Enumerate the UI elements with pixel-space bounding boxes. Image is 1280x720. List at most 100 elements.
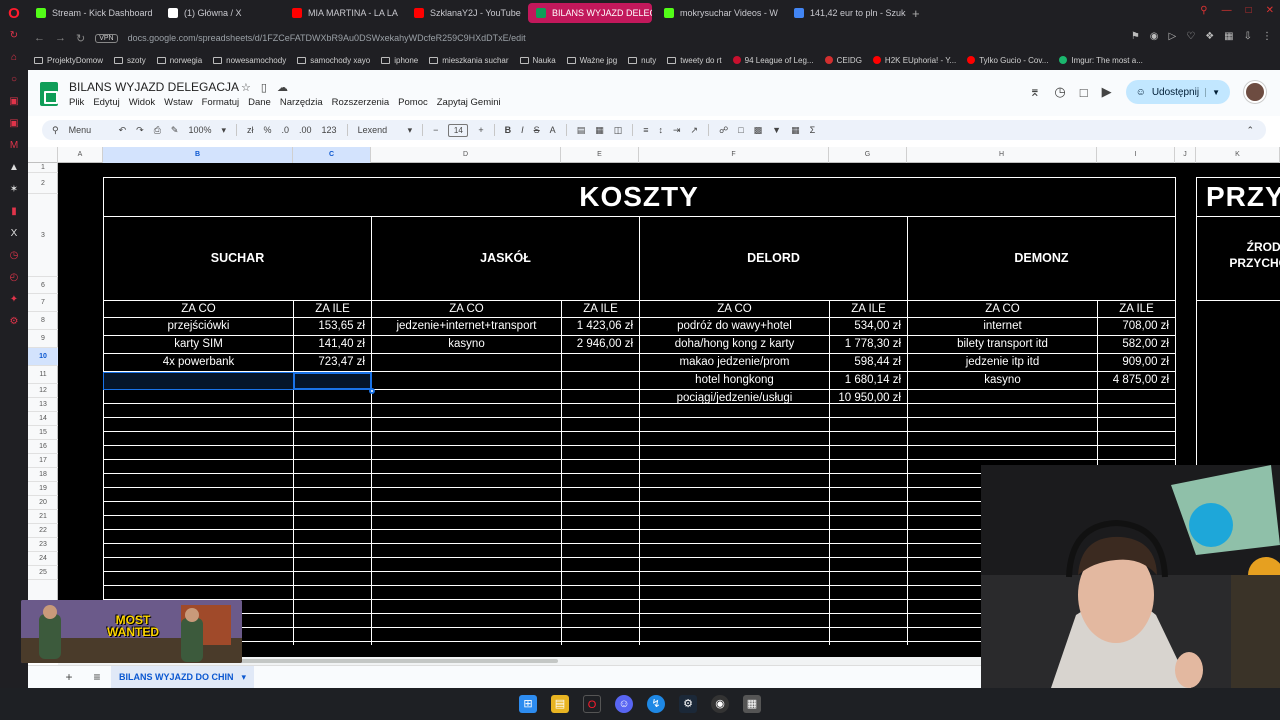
expense-description[interactable]: bilety transport itd <box>908 336 1097 353</box>
column-label-za-ile[interactable]: ZA ILE <box>294 301 371 317</box>
wallet-icon[interactable]: ▦ <box>1224 31 1233 42</box>
menu-item[interactable]: Edytuj <box>93 97 119 108</box>
filter-views-icon[interactable]: ▦ <box>791 125 800 136</box>
expense-description[interactable]: karty SIM <box>104 336 293 353</box>
font-size-decrease-icon[interactable]: − <box>433 125 438 135</box>
expense-amount[interactable]: 10 950,00 zł <box>830 390 907 407</box>
percent-format-button[interactable]: % <box>264 125 272 135</box>
clock-icon[interactable]: ◴ <box>8 272 20 284</box>
expense-amount[interactable]: 1 680,14 zł <box>830 372 907 389</box>
expense-amount[interactable]: 1 778,30 zł <box>830 336 907 353</box>
toggle-menus-icon[interactable]: ⌆ <box>1029 84 1040 100</box>
row-header[interactable]: 9 <box>28 330 58 348</box>
fill-handle[interactable] <box>369 388 375 394</box>
steam-icon[interactable]: ⚙ <box>679 695 697 713</box>
bookmark-item[interactable]: tweety do rt <box>667 56 722 65</box>
chevron-down-icon[interactable]: ▾ <box>242 672 247 683</box>
kick-side-icon[interactable]: ▲ <box>8 162 20 174</box>
bookmark-icon[interactable]: ⚑ <box>1131 31 1140 42</box>
instagram-icon[interactable]: ▣ <box>8 118 20 130</box>
text-wrapping-icon[interactable]: ⇥ <box>673 125 681 136</box>
row-header[interactable]: 17 <box>28 454 58 468</box>
reload-icon[interactable]: ↻ <box>8 30 20 42</box>
row-header[interactable]: 25 <box>28 566 58 580</box>
expense-description[interactable]: jedzenie+internet+transport <box>372 318 561 335</box>
close-window-icon[interactable]: ✕ <box>1266 5 1274 16</box>
menu-search-input[interactable]: Menu <box>69 125 109 135</box>
functions-icon[interactable]: Σ <box>810 125 816 135</box>
row-header[interactable]: 12 <box>28 384 58 398</box>
paint-format-icon[interactable]: ✎ <box>171 125 179 136</box>
share-button[interactable]: ☺ Udostępnij ▼ <box>1125 80 1230 104</box>
column-label-za-ile[interactable]: ZA ILE <box>830 301 907 317</box>
move-to-folder-icon[interactable]: ▯ <box>261 81 267 94</box>
bookmark-item[interactable]: H2K EUphoria! - Y... <box>872 56 956 65</box>
download-icon[interactable]: ⇩ <box>1244 31 1252 42</box>
redo-icon[interactable]: ↷ <box>136 125 144 136</box>
bookmark-item[interactable]: nowesamochody <box>213 56 286 65</box>
person-header[interactable]: DELORD <box>640 217 907 300</box>
row-header[interactable]: 2 <box>28 173 58 194</box>
expense-description[interactable]: doha/hong kong z karty <box>640 336 829 353</box>
row-header[interactable]: 8 <box>28 312 58 330</box>
person-header[interactable]: DEMONZ <box>908 217 1175 300</box>
column-header[interactable]: D <box>371 147 561 163</box>
przychody-label[interactable]: PRZYCHO <box>1198 255 1280 271</box>
browser-tab[interactable]: BILANS WYJAZD DELEGA <box>528 3 652 23</box>
calculator-icon[interactable]: ▦ <box>743 695 761 713</box>
avatar[interactable] <box>1244 81 1266 103</box>
column-header[interactable]: F <box>639 147 829 163</box>
expense-description[interactable]: 4x powerbank <box>104 354 293 371</box>
meet-icon[interactable]: ▶ <box>1102 84 1112 100</box>
bookmark-item[interactable]: Tylko Gucio - Cov... <box>967 56 1048 65</box>
version-history-icon[interactable]: ◷ <box>1054 84 1065 100</box>
chevron-down-icon[interactable]: ▾ <box>408 125 413 136</box>
expense-amount[interactable]: 582,00 zł <box>1098 336 1175 353</box>
row-header[interactable]: 19 <box>28 482 58 496</box>
menu-item[interactable]: Wstaw <box>164 97 193 108</box>
row-header[interactable]: 14 <box>28 412 58 426</box>
menu-item[interactable]: Zapytaj Gemini <box>437 97 501 108</box>
file-explorer-icon[interactable]: ▤ <box>551 695 569 713</box>
column-header[interactable]: H <box>907 147 1097 163</box>
bookmark-item[interactable]: ProjektyDomow <box>34 56 103 65</box>
column-header[interactable]: K <box>1196 147 1280 163</box>
przychody-title[interactable]: PRZY <box>1198 178 1280 216</box>
select-all-corner[interactable] <box>28 147 58 163</box>
star-icon[interactable]: ☆ <box>241 81 251 94</box>
chevron-down-icon[interactable]: ▾ <box>221 125 226 136</box>
column-header[interactable]: I <box>1097 147 1175 163</box>
expense-amount[interactable]: 723,47 zł <box>294 354 371 371</box>
row-header[interactable]: 22 <box>28 524 58 538</box>
url-field[interactable]: docs.google.com/spreadsheets/d/1FZCeFATD… <box>128 33 526 43</box>
font-size-input[interactable]: 14 <box>448 123 469 137</box>
gmail-icon[interactable]: M <box>8 140 20 152</box>
print-icon[interactable]: ⎙ <box>154 125 161 136</box>
comments-icon[interactable]: □ <box>1080 85 1088 100</box>
column-header[interactable]: E <box>561 147 639 163</box>
currency-format-button[interactable]: zł <box>247 125 254 135</box>
extensions-side-icon[interactable]: ✦ <box>8 294 20 306</box>
text-color-icon[interactable]: A <box>550 125 556 135</box>
menu-item[interactable]: Plik <box>69 97 84 108</box>
row-header[interactable]: 11 <box>28 366 58 384</box>
aria-icon[interactable]: ○ <box>8 74 20 86</box>
minimize-icon[interactable]: — <box>1222 5 1232 16</box>
expense-description[interactable]: jedzenie itp itd <box>908 354 1097 371</box>
expense-amount[interactable]: 4 875,00 zł <box>1098 372 1175 389</box>
expense-description[interactable]: podróż do wawy+hotel <box>640 318 829 335</box>
expense-description[interactable]: kasyno <box>372 336 561 353</box>
expense-amount[interactable]: 909,00 zł <box>1098 354 1175 371</box>
history-icon[interactable]: ◷ <box>8 250 20 262</box>
bag-icon[interactable]: ▣ <box>8 96 20 108</box>
column-header[interactable]: B <box>103 147 293 163</box>
extensions-icon[interactable]: ❖ <box>1205 31 1214 42</box>
row-header[interactable]: 18 <box>28 468 58 482</box>
expense-amount[interactable]: 708,00 zł <box>1098 318 1175 335</box>
expense-amount[interactable]: 153,65 zł <box>294 318 371 335</box>
back-icon[interactable]: ← <box>34 32 45 44</box>
vertical-align-icon[interactable]: ↕ <box>659 125 664 135</box>
row-header[interactable]: 6 <box>28 277 58 294</box>
text-rotation-icon[interactable]: ↗ <box>691 125 699 136</box>
expense-description[interactable]: makao jedzenie/prom <box>640 354 829 371</box>
